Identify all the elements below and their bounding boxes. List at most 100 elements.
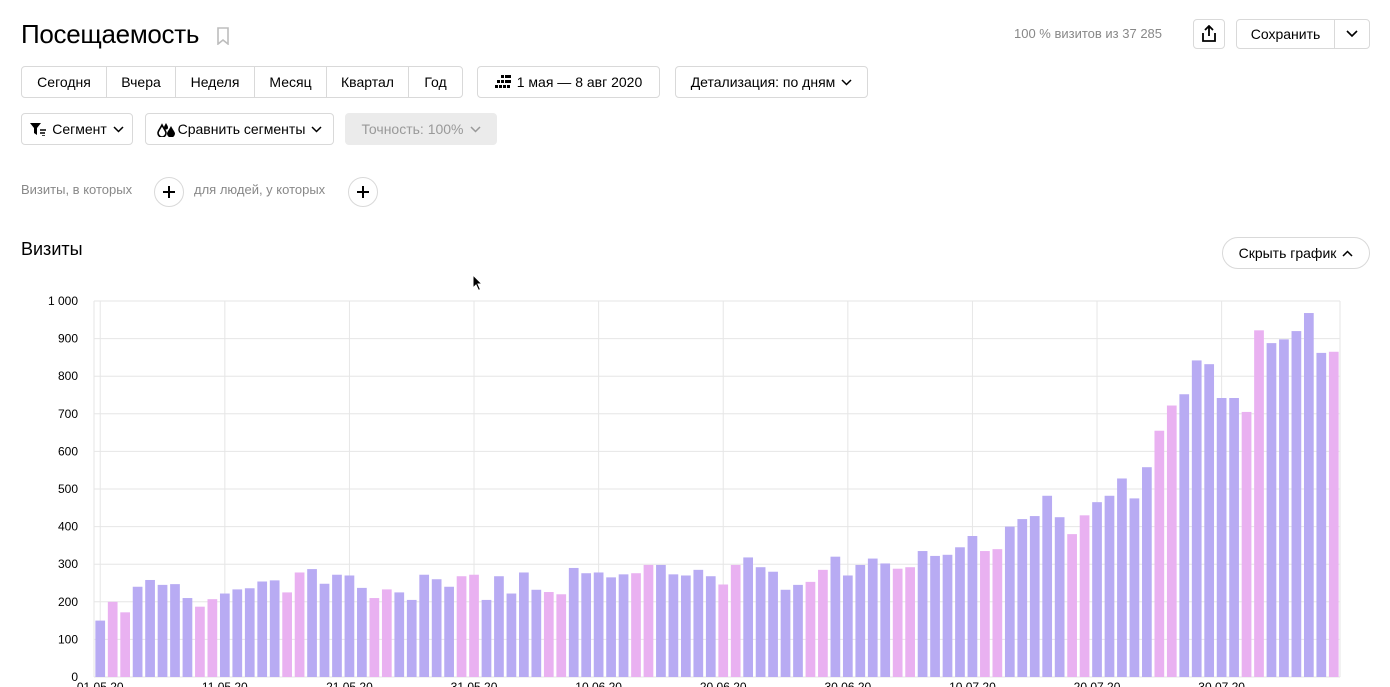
bar [855, 564, 866, 677]
bar [182, 598, 193, 677]
save-dropdown-button[interactable] [1334, 20, 1369, 48]
section-title: Визиты [21, 239, 83, 259]
bar [1328, 351, 1339, 677]
bar [1067, 534, 1077, 677]
bar [1204, 364, 1215, 677]
bar [1054, 517, 1065, 677]
bar [1303, 313, 1314, 677]
segment-label: Сегмент [52, 121, 107, 137]
plus-icon [163, 186, 175, 198]
bar [406, 599, 417, 677]
bar [780, 589, 791, 677]
period-year[interactable]: Год [409, 67, 462, 97]
bar [917, 551, 928, 677]
calendar-icon [494, 75, 511, 88]
bar [593, 572, 604, 677]
bar [431, 579, 442, 677]
bar [618, 574, 629, 677]
export-button[interactable] [1193, 19, 1225, 49]
bar [344, 575, 355, 677]
y-tick-label: 1 000 [48, 294, 78, 308]
bar [1216, 398, 1227, 677]
accuracy-dropdown[interactable]: Точность: 100% [345, 113, 497, 145]
bar [967, 536, 978, 677]
plus-icon [357, 186, 369, 198]
x-tick-label: 11.05.20 [202, 680, 248, 687]
bar [1179, 394, 1190, 677]
add-visits-filter-button[interactable] [154, 177, 184, 207]
bar [244, 588, 255, 677]
bar [1154, 430, 1165, 677]
y-tick-label: 300 [58, 557, 78, 571]
visits-info: 100 % визитов из 37 285 [1014, 26, 1163, 41]
bar [469, 574, 479, 677]
chevron-down-icon [113, 125, 124, 133]
bar [942, 554, 953, 677]
bar [680, 575, 691, 677]
detail-dropdown[interactable]: Детализация: по дням [675, 66, 868, 98]
period-today[interactable]: Сегодня [22, 67, 107, 97]
bar [643, 564, 654, 677]
bar [1079, 515, 1090, 677]
bar [1279, 339, 1289, 677]
bar [992, 549, 1003, 677]
x-tick-label: 01.05.20 [77, 680, 124, 687]
chevron-up-icon [1342, 249, 1353, 257]
bar [581, 573, 592, 677]
add-people-filter-button[interactable] [348, 177, 378, 207]
bar [207, 599, 218, 677]
bar [980, 551, 990, 677]
bar [568, 567, 579, 677]
bar [257, 581, 268, 677]
bar [307, 569, 317, 677]
hide-chart-button[interactable]: Скрыть график [1222, 237, 1370, 269]
people-filter-label: для людей, у которых [194, 182, 326, 197]
x-tick-label: 30.07.20 [1198, 680, 1245, 687]
bar [357, 587, 367, 677]
period-week[interactable]: Неделя [176, 67, 255, 97]
bar [1254, 330, 1264, 677]
bar [892, 568, 903, 677]
bar [955, 547, 965, 677]
x-tick-label: 31.05.20 [451, 680, 498, 687]
bar [1017, 519, 1028, 677]
compare-segments-dropdown[interactable]: Сравнить сегменты [145, 113, 334, 145]
y-tick-label: 500 [58, 482, 78, 496]
bookmark-icon[interactable] [217, 27, 229, 45]
y-tick-label: 700 [58, 407, 78, 421]
period-month[interactable]: Месяц [255, 67, 327, 97]
bar [1092, 502, 1102, 677]
bar [531, 589, 542, 677]
bar [506, 593, 517, 677]
bar [1229, 398, 1239, 677]
x-tick-label: 30.06.20 [824, 680, 871, 687]
bar [606, 577, 616, 677]
segment-dropdown[interactable]: Сегмент [21, 113, 133, 145]
bar [867, 558, 878, 677]
share-icon [1202, 25, 1216, 42]
accuracy-label: Точность: 100% [361, 121, 464, 137]
drops-icon [156, 122, 175, 137]
chevron-down-icon [841, 78, 852, 86]
page-title: Посещаемость [21, 19, 200, 49]
period-quarter[interactable]: Квартал [327, 67, 409, 97]
bar [842, 575, 853, 677]
hide-chart-label: Скрыть график [1238, 245, 1337, 261]
bar [543, 592, 554, 677]
period-yesterday[interactable]: Вчера [107, 67, 176, 97]
bar [743, 557, 754, 677]
bar [1104, 495, 1115, 677]
x-tick-label: 10.06.20 [575, 680, 622, 687]
bar [1241, 411, 1252, 677]
x-tick-label: 20.07.20 [1074, 680, 1121, 687]
compare-label: Сравнить сегменты [177, 121, 306, 137]
bar [519, 572, 529, 677]
bar [1142, 467, 1152, 677]
x-tick-label: 10.07.20 [949, 680, 996, 687]
date-range-button[interactable]: 1 мая — 8 авг 2020 [477, 66, 660, 98]
save-button[interactable]: Сохранить [1237, 20, 1334, 48]
bar [1166, 405, 1177, 677]
bar [332, 574, 342, 677]
bar [120, 612, 131, 677]
bar [905, 567, 915, 677]
